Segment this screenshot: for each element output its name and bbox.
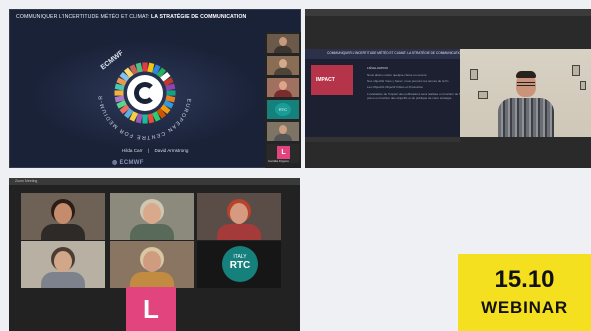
participant-face (143, 203, 161, 224)
participant-body (217, 224, 261, 240)
wall-frame (580, 81, 586, 90)
gallery-window[interactable]: Zoom Meeting ITALY RTC L (9, 178, 300, 331)
slide-bullet: Les Objectifs Objectif Cibles et Product… (367, 85, 424, 89)
participant-face (54, 251, 72, 272)
presentation-window[interactable]: COMMUNIQUER L'INCERTITUDE MÉTÉO ET CLIMA… (305, 9, 591, 168)
window-titlebar: Zoom Meeting (9, 178, 300, 185)
slide-bullet: Nos objectifs Vous y Serez, nous prenons… (367, 79, 449, 83)
participant-tile[interactable] (267, 122, 299, 141)
glasses-icon (517, 82, 535, 86)
impact-box: IMPACT (311, 65, 353, 95)
participant-tile[interactable] (110, 193, 194, 240)
participant-tile-rtc[interactable]: RTC (267, 100, 299, 119)
participant-tile[interactable] (267, 34, 299, 53)
wall-frame (572, 65, 580, 76)
wall-frame (470, 69, 478, 80)
badge-date: 15.10 (494, 266, 555, 293)
footer-logo-icon: ◍ (112, 160, 118, 166)
participant-tile[interactable] (197, 193, 281, 240)
webinar-date-badge: 15.10 WEBINAR (458, 254, 591, 331)
participant-tile-l[interactable]: L Camilla Frigerio (267, 144, 299, 163)
participant-tile[interactable] (267, 78, 299, 97)
participant-face (230, 203, 248, 224)
name-separator: | (147, 148, 150, 153)
presenter-2: David Armstrong (154, 148, 189, 153)
participant-body (130, 272, 174, 288)
participant-name: Camilla Frigerio (268, 159, 290, 163)
presentation-slide: COMMUNIQUER L'INCERTITUDE MÉTÉO ET CLIMA… (305, 49, 469, 137)
flag-segment (166, 90, 176, 96)
participant-body (130, 224, 174, 240)
speaker-body (498, 98, 554, 137)
window-titlebar (305, 9, 591, 16)
ecmwf-logo: EUROPEAN CENTRE FOR MEDIUM-RANGE WEATHER… (95, 43, 195, 143)
l-avatar: L (277, 146, 290, 159)
slide-bullet: prévu en fonction des objectifs et du pu… (367, 96, 452, 100)
slide-controls[interactable] (305, 137, 460, 142)
participant-tile[interactable] (110, 241, 194, 288)
presenter-names: Hilda Carr | David Armstrong (122, 148, 188, 153)
wall-frame (478, 91, 488, 99)
speaker-video[interactable] (460, 49, 591, 137)
slide-bullet: L'ÉVALUATION (367, 66, 388, 70)
logo-center-mark (127, 75, 163, 111)
participant-tile-rtc[interactable]: ITALY RTC (197, 241, 281, 288)
rtc-logo: ITALY RTC (222, 246, 258, 282)
participant-tile[interactable] (267, 56, 299, 75)
participant-face (54, 203, 72, 224)
rtc-logo: RTC (275, 103, 291, 116)
participant-tile[interactable] (21, 193, 105, 240)
presenter-1: Hilda Carr (122, 148, 143, 153)
shared-slide-window[interactable]: COMMUNIQUER L'INCERTITUDE MÉTÉO ET CLIMA… (9, 9, 301, 168)
participant-face (143, 251, 161, 272)
participant-body (41, 224, 85, 240)
slide-footer-logo: ◍ ECMWF (112, 160, 144, 166)
flag-segment (142, 114, 148, 124)
participant-tile[interactable] (21, 241, 105, 288)
participant-body (41, 272, 85, 288)
participant-strip[interactable]: RTC L Camilla Frigerio (265, 32, 301, 168)
badge-label: WEBINAR (481, 298, 568, 317)
l-avatar-tile[interactable]: L (126, 287, 176, 331)
slide-title: COMMUNIQUER L'INCERTITUDE MÉTÉO ET CLIMA… (16, 14, 247, 20)
flag-segment (142, 62, 148, 72)
slide-header: COMMUNIQUER L'INCERTITUDE MÉTÉO ET CLIMA… (305, 49, 463, 59)
flag-segment (114, 90, 124, 96)
slide-bullet: Nous allons mettre quelque chose en oeuv… (367, 73, 427, 77)
